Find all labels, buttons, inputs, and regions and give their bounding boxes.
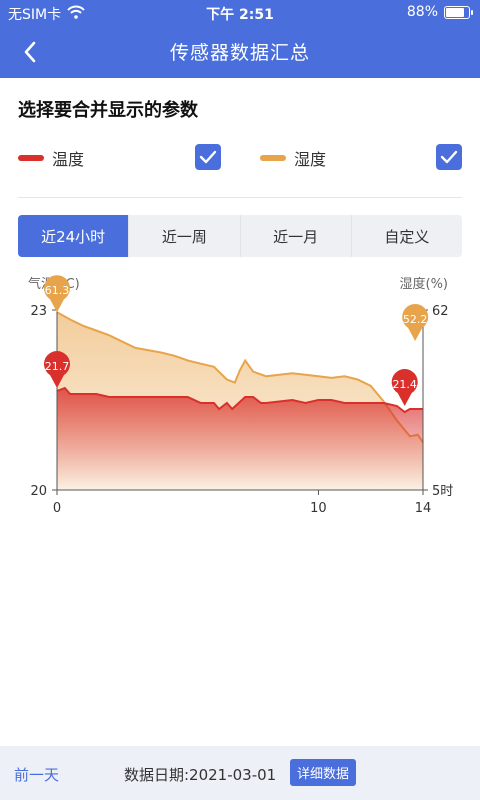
detail-data-button[interactable]: 详细数据 <box>290 759 357 786</box>
x-tick-label: 14 <box>415 501 432 516</box>
param-temperature: 温度 <box>18 144 84 172</box>
range-tabs: 近24小时 近一周 近一月 自定义 <box>18 215 462 257</box>
tab-24h[interactable]: 近24小时 <box>18 215 130 257</box>
data-marker-label: 61.3 <box>45 284 70 297</box>
x-tick-label: 0 <box>53 501 61 516</box>
battery-percent: 88% <box>406 4 438 20</box>
humidity-label: 湿度 <box>294 150 327 169</box>
temperature-checkbox[interactable] <box>195 144 221 170</box>
right-axis-label: 湿度(%) <box>400 276 449 292</box>
data-marker-label: 52.2 <box>403 313 428 326</box>
page-title: 传感器数据汇总 <box>169 42 310 64</box>
section-title: 选择要合并显示的参数 <box>18 100 198 121</box>
tab-week[interactable]: 近一周 <box>129 215 241 257</box>
temperature-legend-line <box>18 155 44 161</box>
temperature-label: 温度 <box>52 150 85 169</box>
nav-bar: 传感器数据汇总 <box>0 26 480 78</box>
sensor-chart: 气温(°C)湿度(%)2320625时0101461.321.721.452.2 <box>28 275 453 516</box>
x-tick-label: 10 <box>310 501 327 516</box>
data-date-label: 数据日期:2021-03-01 <box>124 766 277 784</box>
left-tick-label: 20 <box>30 484 47 499</box>
right-tick-label: 62 <box>432 304 449 319</box>
status-bar: 无SIM卡 下午 2:51 88% <box>0 0 480 26</box>
humidity-legend-line <box>260 155 286 161</box>
battery-icon <box>444 5 473 19</box>
battery-fill <box>446 7 465 17</box>
prev-day-button[interactable]: 前一天 <box>14 764 59 785</box>
humidity-checkbox[interactable] <box>436 144 462 170</box>
check-icon <box>440 150 458 164</box>
divider <box>18 197 462 198</box>
app-header: 无SIM卡 下午 2:51 88% 传感器数据汇总 <box>0 0 480 78</box>
check-icon <box>199 150 217 164</box>
tab-month[interactable]: 近一月 <box>241 215 352 257</box>
data-marker-label: 21.7 <box>45 360 70 373</box>
status-right: 88% <box>406 4 473 20</box>
footer-bar: 前一天 数据日期:2021-03-01 详细数据 <box>0 746 480 800</box>
data-marker-label: 21.4 <box>392 378 417 391</box>
right-tick-label: 5时 <box>432 484 453 499</box>
left-tick-label: 23 <box>30 304 47 319</box>
tab-custom[interactable]: 自定义 <box>352 215 462 257</box>
param-humidity: 湿度 <box>260 144 326 172</box>
